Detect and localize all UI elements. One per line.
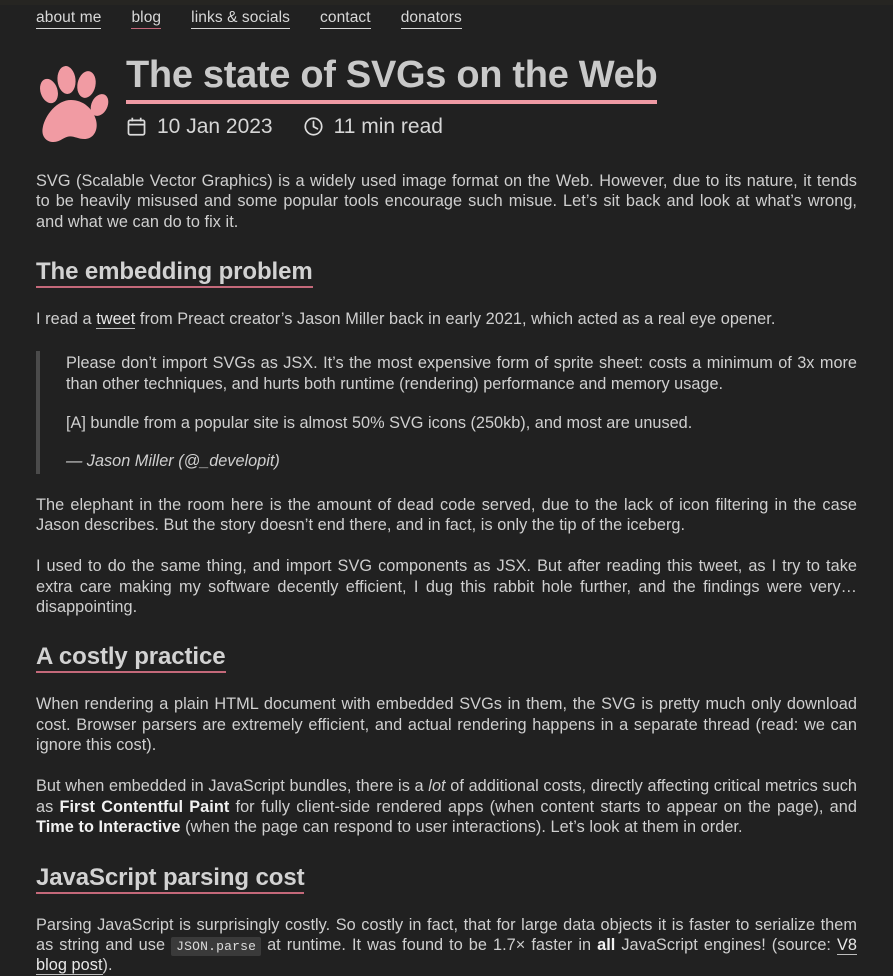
quote-attribution: — Jason Miller (@_developit): [66, 452, 280, 471]
section-heading-embedding-problem: The embedding problem: [36, 260, 313, 289]
json-parse-code: JSON.parse: [171, 936, 262, 956]
meta-date: 10 Jan 2023: [126, 115, 273, 139]
js-parsing-text-c: JavaScript engines! (source:: [615, 935, 837, 954]
meta-read-time: 11 min read: [303, 115, 443, 139]
section-heading-costly-practice: A costly practice: [36, 645, 226, 674]
tweet-link[interactable]: tweet: [96, 310, 136, 330]
tweet-lead-before: I read a: [36, 310, 97, 329]
nav-item-about-me[interactable]: about me: [36, 10, 102, 29]
meta-read-time-label: 11 min read: [333, 114, 443, 138]
section-heading-row-1: The embedding problem: [36, 260, 857, 289]
clock-icon: [303, 116, 324, 137]
tweet-lead-after: from Preact creator’s Jason Miller back …: [135, 310, 776, 329]
meta-date-label: 10 Jan 2023: [157, 114, 273, 138]
metric-time-to-interactive: Time to Interactive: [36, 818, 181, 837]
site-nav: about me blog links & socials contact do…: [36, 5, 857, 32]
article-header: The state of SVGs on the Web 10 Jan 2023: [36, 54, 857, 146]
nav-item-donators[interactable]: donators: [400, 10, 462, 29]
js-parsing-paragraph: Parsing JavaScript is surprisingly costl…: [36, 915, 857, 976]
nav-item-links-socials[interactable]: links & socials: [191, 10, 290, 29]
js-bundle-text-d: (when the page can respond to user inter…: [180, 818, 743, 837]
nav-item-contact[interactable]: contact: [320, 10, 371, 29]
metric-first-contentful-paint: First Contentful Paint: [59, 797, 230, 816]
section-heading-row-3: JavaScript parsing cost: [36, 865, 857, 894]
section-heading-js-parsing-cost: JavaScript parsing cost: [36, 865, 305, 894]
article-header-text: The state of SVGs on the Web 10 Jan 2023: [126, 54, 857, 139]
lot-emphasis: lot: [428, 777, 446, 796]
article-meta: 10 Jan 2023 11 min read: [126, 115, 857, 139]
js-parsing-text-d: ).: [102, 956, 113, 975]
js-bundle-paragraph: But when embedded in JavaScript bundles,…: [36, 776, 857, 837]
article-body: SVG (Scalable Vector Graphics) is a wide…: [36, 171, 857, 976]
tweet-lead-paragraph: I read a tweet from Preact creator’s Jas…: [36, 309, 857, 330]
jason-miller-blockquote: Please don’t import SVGs as JSX. It’s th…: [36, 351, 857, 474]
nav-item-blog[interactable]: blog: [131, 10, 162, 29]
quote-paragraph-2: [A] bundle from a popular site is almost…: [66, 413, 693, 432]
js-parsing-text-b: at runtime. It was found to be 1.7× fast…: [261, 935, 598, 954]
plain-html-paragraph: When rendering a plain HTML document wit…: [36, 695, 857, 755]
section-heading-row-2: A costly practice: [36, 645, 857, 674]
quote-paragraph-1: Please don’t import SVGs as JSX. It’s th…: [66, 354, 857, 393]
intro-paragraph: SVG (Scalable Vector Graphics) is a wide…: [36, 172, 857, 231]
page-title: The state of SVGs on the Web: [126, 54, 658, 104]
all-emphasis: all: [597, 935, 616, 954]
rabbit-hole-paragraph: I used to do the same thing, and import …: [36, 557, 857, 616]
js-bundle-text-a: But when embedded in JavaScript bundles,…: [36, 777, 429, 796]
paw-print-icon: [38, 60, 110, 146]
calendar-icon: [126, 116, 147, 137]
js-bundle-text-c: for fully client-side rendered apps (whe…: [229, 797, 857, 816]
elephant-paragraph: The elephant in the room here is the amo…: [36, 495, 857, 534]
page-root: about me blog links & socials contact do…: [0, 0, 893, 976]
